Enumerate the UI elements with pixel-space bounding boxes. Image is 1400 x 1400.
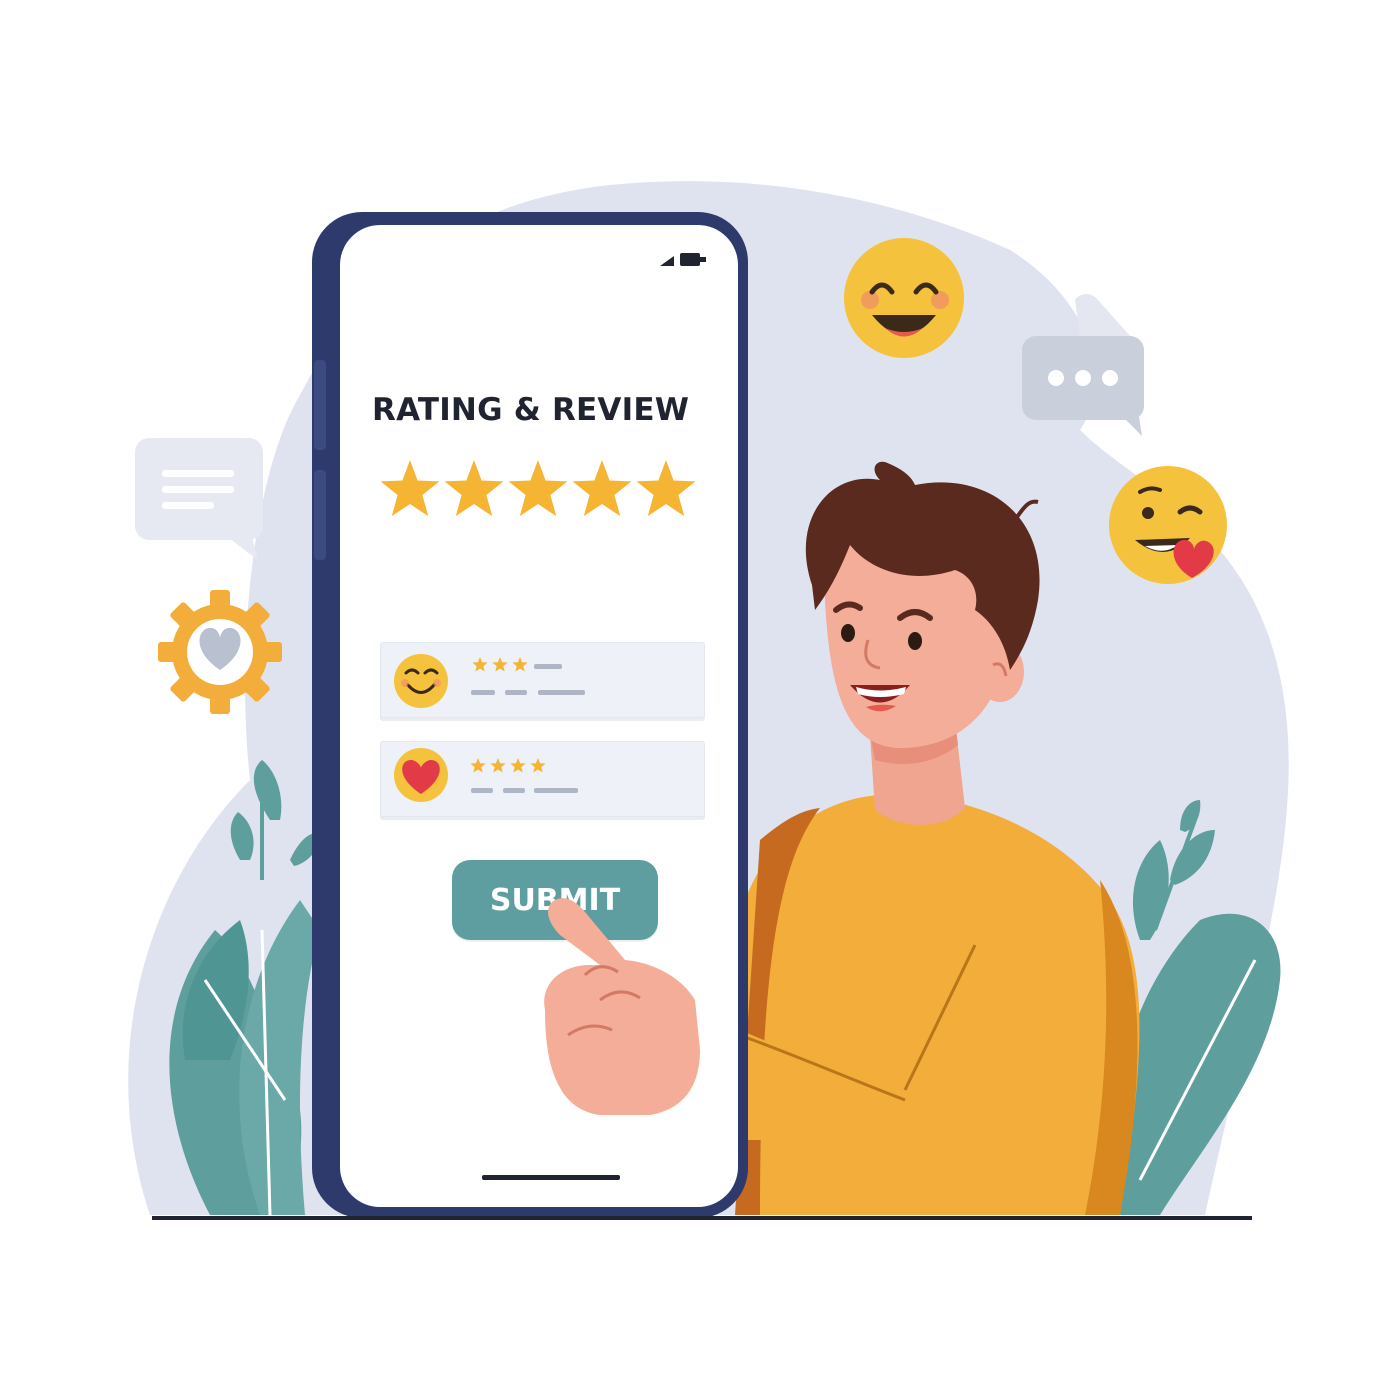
heart-kiss-emoji-icon [1109, 466, 1227, 584]
laughing-emoji-icon [844, 238, 964, 358]
ground-line [152, 1216, 1252, 1220]
submit-button[interactable]: SUBMIT [452, 860, 658, 940]
screen-title: RATING & REVIEW [372, 392, 690, 428]
heart-gear-icon [158, 590, 282, 714]
home-indicator [482, 1175, 620, 1180]
review-card[interactable] [380, 741, 705, 817]
chat-bubble-icon [135, 438, 263, 560]
submit-button-label: SUBMIT [489, 882, 621, 918]
review-card[interactable] [380, 642, 705, 718]
